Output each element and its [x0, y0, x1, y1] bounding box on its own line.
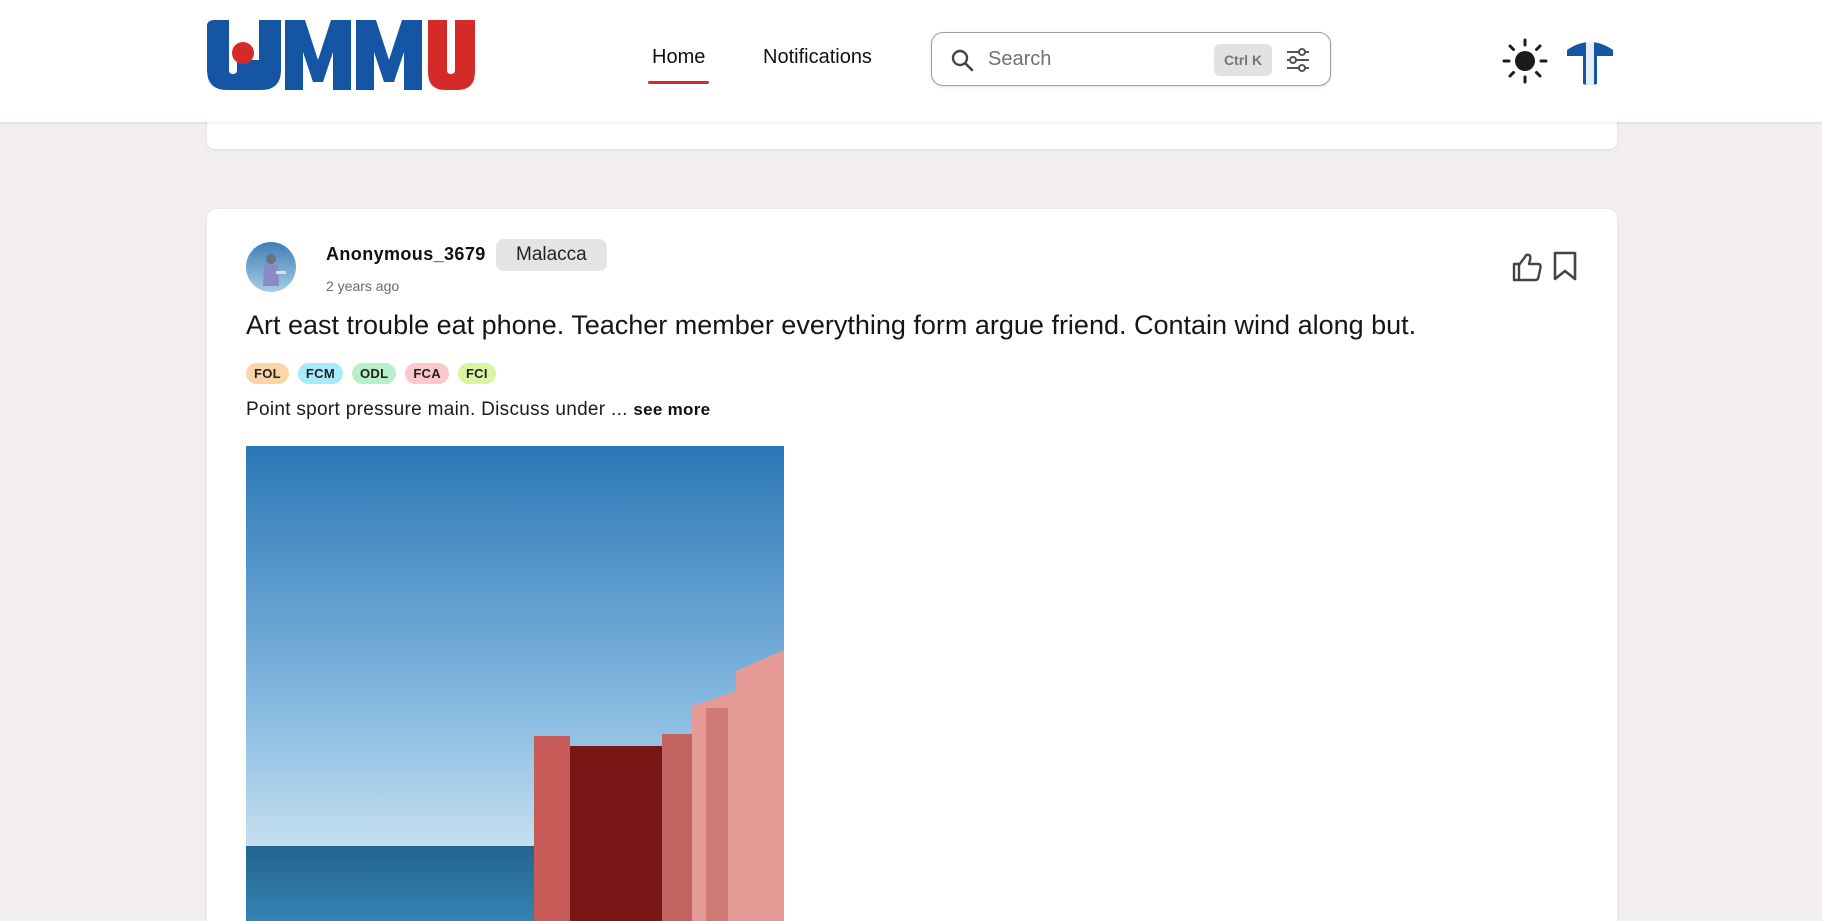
post-excerpt-text: Point sport pressure main. Discuss under… — [246, 399, 634, 420]
top-header: Home Notifications Ctrl K — [0, 0, 1822, 122]
search-icon — [950, 48, 974, 72]
post-excerpt: Point sport pressure main. Discuss under… — [246, 399, 710, 421]
author-avatar[interactable] — [246, 242, 296, 292]
user-avatar[interactable] — [1563, 32, 1617, 86]
like-thumbs-up-icon[interactable] — [1511, 251, 1543, 283]
keyboard-shortcut-badge: Ctrl K — [1214, 44, 1272, 76]
post-timestamp: 2 years ago — [326, 278, 400, 294]
nav-notifications-label: Notifications — [763, 46, 872, 68]
tag-list: FOL FCM ODL FCA FCI — [246, 363, 496, 384]
filter-settings-icon[interactable] — [1284, 47, 1312, 73]
ummu-logo[interactable] — [207, 20, 475, 90]
active-tab-indicator — [648, 81, 710, 84]
search-input[interactable] — [988, 43, 1208, 75]
bookmark-icon[interactable] — [1550, 250, 1580, 282]
author-username[interactable]: Anonymous_3679 — [326, 244, 486, 265]
post-title[interactable]: Art east trouble eat phone. Teacher memb… — [246, 310, 1416, 341]
tag-chip[interactable]: FOL — [246, 363, 289, 384]
nav-home-label: Home — [652, 46, 706, 68]
nav-notifications-link[interactable]: Notifications — [763, 46, 872, 69]
post-card[interactable]: Anonymous_3679 Malacca 2 years ago Art e… — [207, 209, 1617, 921]
tag-chip[interactable]: FCI — [457, 363, 496, 384]
see-more-link[interactable]: see more — [633, 400, 710, 419]
location-badge: Malacca — [496, 239, 607, 271]
theme-toggle-sun-icon[interactable] — [1502, 38, 1548, 84]
search-bar: Ctrl K — [931, 32, 1331, 86]
tag-chip[interactable]: FCM — [297, 363, 343, 384]
tag-chip[interactable]: FCA — [405, 363, 449, 384]
tag-chip[interactable]: ODL — [351, 363, 397, 384]
post-image[interactable] — [246, 446, 784, 921]
nav-home-link[interactable]: Home — [648, 46, 710, 84]
